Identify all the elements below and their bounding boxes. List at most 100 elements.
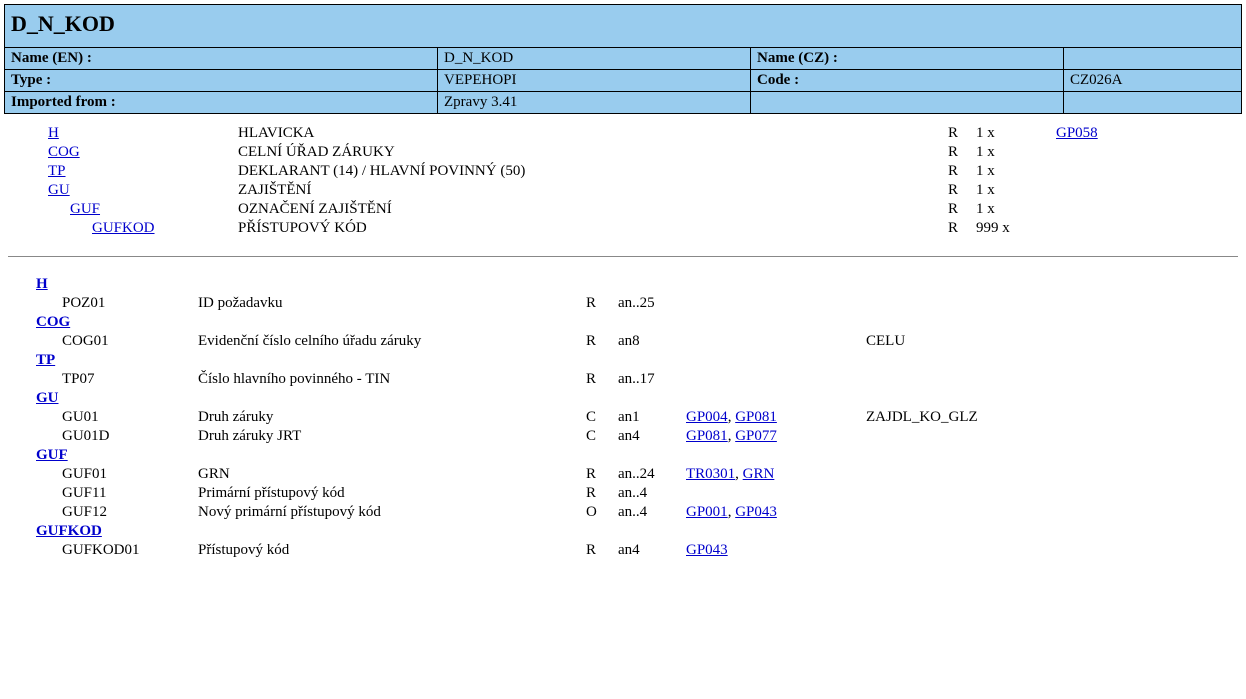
field-refs: [686, 294, 866, 313]
detail-field-row: COG01 Evidenční číslo celního úřadu záruk…: [8, 332, 1238, 351]
structure-links: [1056, 181, 1238, 200]
field-format: an8: [618, 332, 686, 351]
rule-link[interactable]: GP058: [1056, 125, 1098, 141]
rule-link[interactable]: GP081: [735, 409, 777, 425]
field-extra: [866, 427, 1238, 446]
field-code: TP07: [62, 371, 95, 387]
field-req: R: [586, 332, 618, 351]
structure-row: H HLAVICKAR1 xGP058: [8, 124, 1238, 143]
structure-mult: 1 x: [976, 124, 1056, 143]
field-desc: Evidenční číslo celního úřadu záruky: [198, 332, 586, 351]
detail-field-row: TP07 Číslo hlavního povinného - TINRan..1…: [8, 370, 1238, 389]
field-desc: Číslo hlavního povinného - TIN: [198, 370, 586, 389]
structure-row: GUFKODPŘÍSTUPOVÝ KÓDR999 x: [8, 219, 1238, 238]
structure-code-link[interactable]: GUF: [70, 201, 100, 217]
field-req: C: [586, 408, 618, 427]
field-extra: [866, 370, 1238, 389]
detail-section-link[interactable]: H: [36, 276, 48, 292]
detail-field-row: GU01Druh zárukyCan1GP004, GP081ZAJDL_KO_…: [8, 408, 1238, 427]
structure-links: [1056, 143, 1238, 162]
structure-req: R: [948, 162, 976, 181]
structure-desc: DEKLARANT (14) / HLAVNÍ POVINNÝ (50): [238, 162, 948, 181]
structure-links: [1056, 162, 1238, 181]
structure-code-link[interactable]: GU: [48, 182, 70, 198]
field-refs: TR0301, GRN: [686, 465, 866, 484]
rule-link[interactable]: GP043: [735, 504, 777, 520]
detail-section-row: COG: [8, 313, 1238, 332]
rule-link[interactable]: GP004: [686, 409, 728, 425]
field-req: R: [586, 541, 618, 560]
code-value: CZ026A: [1064, 70, 1242, 92]
structure-row: GUFOZNAČENÍ ZAJIŠTĚNÍR1 x: [8, 200, 1238, 219]
detail-section-link[interactable]: TP: [36, 352, 55, 368]
detail-section-link[interactable]: GUFKOD: [36, 523, 102, 539]
field-desc: Přístupový kód: [198, 541, 586, 560]
rule-link[interactable]: TR0301: [686, 466, 735, 482]
field-refs: [686, 484, 866, 503]
field-refs: [686, 332, 866, 351]
structure-code-link[interactable]: COG: [48, 144, 80, 160]
field-code: COG01: [62, 333, 109, 349]
structure-code-link[interactable]: GUFKOD: [92, 220, 155, 236]
name-cz-label: Name (CZ) :: [751, 48, 1064, 70]
rule-link[interactable]: GP001: [686, 504, 728, 520]
detail-field-row: POZ01ID požadavkuRan..25: [8, 294, 1238, 313]
detail-field-row: GUF11Primární přístupový kódRan..4: [8, 484, 1238, 503]
detail-field-row: GUFKOD01Přístupový kódRan4GP043: [8, 541, 1238, 560]
structure-code-link[interactable]: TP: [48, 163, 66, 179]
field-extra: [866, 541, 1238, 560]
type-label: Type :: [5, 70, 438, 92]
structure-mult: 1 x: [976, 200, 1056, 219]
imported-label: Imported from :: [5, 92, 438, 114]
structure-req: R: [948, 124, 976, 143]
field-code: GUF01: [62, 466, 107, 482]
field-refs: GP081, GP077: [686, 427, 866, 446]
structure-desc: HLAVICKA: [238, 124, 948, 143]
detail-section-link[interactable]: GU: [36, 390, 59, 406]
rule-link[interactable]: GP043: [686, 542, 728, 558]
type-value: VEPEHOPI: [438, 70, 751, 92]
header-table: D_N_KOD Name (EN) : D_N_KOD Name (CZ) : …: [4, 4, 1242, 114]
detail-section-row: GUFKOD: [8, 522, 1238, 541]
field-req: R: [586, 370, 618, 389]
structure-desc: ZAJIŠTĚNÍ: [238, 181, 948, 200]
field-format: an..4: [618, 503, 686, 522]
rule-link[interactable]: GRN: [743, 466, 775, 482]
detail-section-link[interactable]: COG: [36, 314, 70, 330]
field-refs: GP043: [686, 541, 866, 560]
page-title: D_N_KOD: [5, 5, 1242, 48]
field-code: GUFKOD01: [62, 542, 140, 558]
structure-code-link[interactable]: H: [48, 125, 59, 141]
field-format: an..25: [618, 294, 686, 313]
structure-links: GP058: [1056, 124, 1238, 143]
rule-link[interactable]: GP081: [686, 428, 728, 444]
field-refs: GP004, GP081: [686, 408, 866, 427]
structure-links: [1056, 219, 1238, 238]
name-cz-value: [1064, 48, 1242, 70]
field-req: O: [586, 503, 618, 522]
structure-req: R: [948, 219, 976, 238]
field-desc: Nový primární přístupový kód: [198, 503, 586, 522]
structure-row: TPDEKLARANT (14) / HLAVNÍ POVINNÝ (50)R1…: [8, 162, 1238, 181]
structure-table: HHLAVICKAR1 xGP058COGCELNÍ ÚŘAD ZÁRUKYR1…: [8, 124, 1238, 238]
field-code: GUF12: [62, 504, 107, 520]
field-refs: [686, 370, 866, 389]
detail-field-row: GU01DDruh záruky JRTCan4GP081, GP077: [8, 427, 1238, 446]
structure-req: R: [948, 181, 976, 200]
structure-links: [1056, 200, 1238, 219]
field-format: an1: [618, 408, 686, 427]
structure-desc: PŘÍSTUPOVÝ KÓD: [238, 219, 948, 238]
field-extra: [866, 503, 1238, 522]
detail-section-row: GU: [8, 389, 1238, 408]
field-desc: Druh záruky: [198, 408, 586, 427]
detail-section-link[interactable]: GUF: [36, 447, 68, 463]
name-en-value: D_N_KOD: [438, 48, 751, 70]
field-format: an..17: [618, 370, 686, 389]
structure-desc: OZNAČENÍ ZAJIŠTĚNÍ: [238, 200, 948, 219]
details-table: H POZ01ID požadavkuRan..25COG COG01 Evidenč…: [8, 275, 1238, 560]
structure-mult: 1 x: [976, 181, 1056, 200]
field-req: R: [586, 484, 618, 503]
structure-mult: 1 x: [976, 143, 1056, 162]
rule-link[interactable]: GP077: [735, 428, 777, 444]
field-desc: Primární přístupový kód: [198, 484, 586, 503]
